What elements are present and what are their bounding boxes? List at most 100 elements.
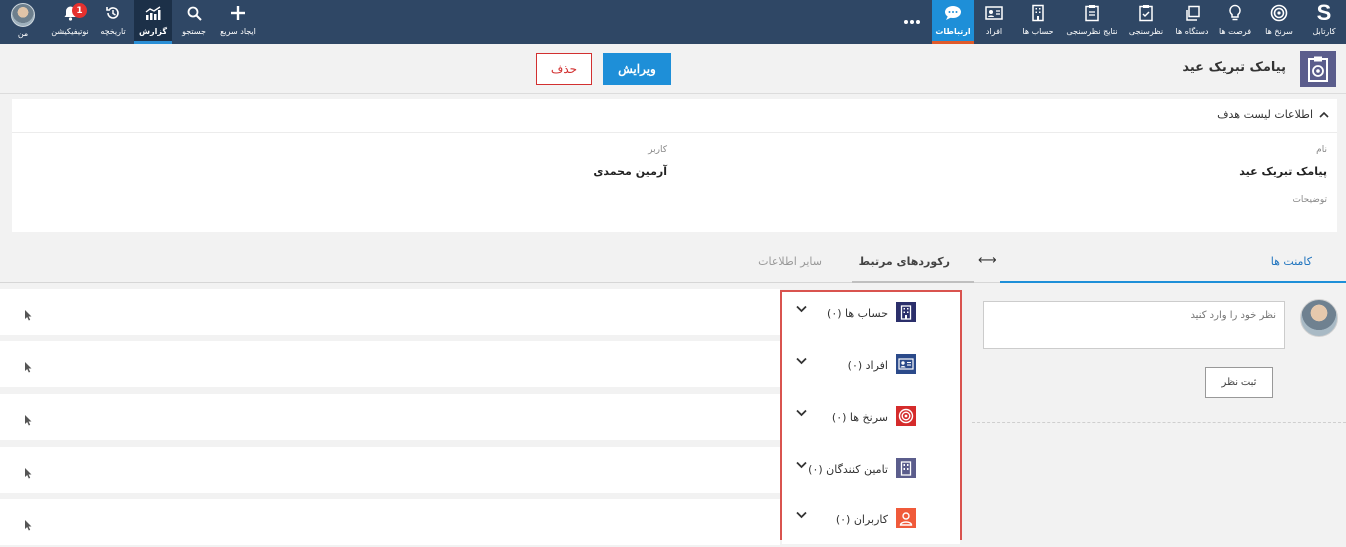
clipboard-target-icon [1300, 51, 1336, 87]
nav-survey-results[interactable]: نتایج نظرسنجی [1062, 0, 1122, 44]
notification-badge: 1 [72, 3, 87, 18]
nav-label: سرنخ ها [1265, 27, 1293, 36]
pointer-icon [25, 468, 32, 479]
related-item-people[interactable]: افراد (۰) [782, 344, 960, 390]
nav-reports[interactable]: گزارش [134, 0, 172, 44]
user-icon [896, 508, 916, 528]
related-item-users[interactable]: کاربران (۰) [782, 498, 960, 544]
nav-label: افراد [985, 27, 1003, 36]
id-card-icon [985, 0, 1003, 26]
nav-leads[interactable]: سرنخ ها [1258, 0, 1300, 44]
list-item [0, 289, 780, 335]
chat-icon [944, 0, 962, 26]
chevron-down-icon[interactable] [796, 409, 807, 417]
tab-related-records[interactable]: رکوردهای مرتبط [859, 255, 950, 268]
related-detail-area [0, 283, 780, 547]
chevron-down-icon[interactable] [796, 461, 807, 469]
pointer-icon [25, 520, 32, 531]
search-icon [187, 0, 202, 26]
related-item-leads[interactable]: سرنخ ها (۰) [782, 396, 960, 442]
nav-label: ایجاد سریع [220, 27, 256, 36]
pointer-icon [25, 415, 32, 426]
related-item-accounts[interactable]: حساب ها (۰) [782, 292, 960, 338]
nav-notifications[interactable]: 1 نوتیفیکیشن [48, 0, 92, 44]
nav-label: دستگاه ها [1175, 27, 1209, 36]
chevron-down-icon[interactable] [796, 357, 807, 365]
comment-input[interactable] [983, 301, 1285, 349]
description-label: توضیحات [1292, 195, 1327, 205]
nav-opportunities[interactable]: فرصت ها [1214, 0, 1256, 44]
user-value: آرمین محمدی [593, 165, 667, 178]
building-icon [1031, 0, 1045, 26]
edit-button[interactable]: ویرایش [603, 53, 671, 85]
tab-comments[interactable]: کامنت ها [1271, 255, 1312, 268]
brand-s-icon: S [1316, 0, 1332, 25]
plus-icon [230, 0, 246, 26]
target-list-info-panel: اطلاعات لیست هدف نام پیامک تبریک عید کار… [12, 99, 1337, 232]
related-item-label: سرنخ ها (۰) [831, 411, 888, 424]
building-icon [896, 302, 916, 322]
nav-devices[interactable]: دستگاه ها [1170, 0, 1214, 44]
user-label: کاربر [648, 145, 667, 155]
related-item-label: تامین کنندگان (۰) [808, 463, 888, 476]
comments-panel: ثبت نظر [972, 283, 1346, 423]
tab-other-info[interactable]: سایر اطلاعات [758, 255, 822, 268]
related-item-label: افراد (۰) [847, 359, 888, 372]
avatar [1300, 299, 1338, 337]
nav-label: تاریخچه [100, 27, 126, 36]
nav-people[interactable]: افراد [974, 0, 1014, 44]
nav-search[interactable]: جستجو [176, 0, 212, 44]
id-card-icon [896, 354, 916, 374]
list-item [0, 341, 780, 387]
nav-surveys[interactable]: نظرسنجی [1124, 0, 1168, 44]
related-item-suppliers[interactable]: تامین کنندگان (۰) [782, 448, 960, 494]
tab-related-underline [852, 281, 974, 283]
target-icon [1270, 0, 1288, 26]
resize-handle-icon[interactable]: ⟷ [978, 253, 997, 268]
target-icon [896, 406, 916, 426]
nav-accounts[interactable]: حساب ها [1016, 0, 1060, 44]
history-icon [105, 0, 121, 26]
nav-label: جستجو [182, 27, 206, 36]
delete-button[interactable]: حذف [536, 53, 592, 85]
nav-label: حساب ها [1022, 27, 1054, 36]
chevron-up-icon [1319, 111, 1329, 118]
nav-quick-create[interactable]: ایجاد سریع [214, 0, 262, 44]
chevron-down-icon[interactable] [796, 305, 807, 313]
submit-comment-button[interactable]: ثبت نظر [1205, 367, 1273, 398]
related-records-list: حساب ها (۰) افراد (۰) سرنخ ها (۰) تامین … [780, 290, 962, 544]
name-label: نام [1316, 145, 1327, 155]
list-item [0, 499, 780, 545]
section-header[interactable]: اطلاعات لیست هدف [1217, 108, 1329, 121]
nav-me[interactable]: من [6, 0, 40, 44]
nav-portal[interactable]: S کارتابل [1302, 0, 1346, 44]
page-title: پیامک تبریک عید [1182, 60, 1286, 75]
nav-label: گزارش [138, 27, 167, 36]
related-item-label: حساب ها (۰) [827, 307, 888, 320]
avatar [11, 3, 35, 27]
supplier-icon [896, 458, 916, 478]
divider [12, 132, 1337, 133]
nav-label: فرصت ها [1218, 27, 1252, 36]
nav-history[interactable]: تاریخچه [94, 0, 132, 44]
related-item-label: کاربران (۰) [835, 513, 888, 526]
nav-more[interactable] [898, 0, 926, 44]
tabs-bar: کامنت ها رکوردهای مرتبط سایر اطلاعات [0, 243, 1346, 283]
nav-label: نوتیفیکیشن [51, 27, 89, 36]
nav-label: کارتابل [1312, 27, 1336, 36]
copy-icon [1184, 0, 1201, 26]
nav-communications[interactable]: ارتباطات [932, 0, 974, 44]
nav-label: ارتباطات [935, 27, 971, 36]
top-navigation: S کارتابل سرنخ ها فرصت ها دستگاه ها نظرس… [0, 0, 1346, 44]
section-title: اطلاعات لیست هدف [1217, 108, 1313, 121]
chart-icon [144, 0, 162, 26]
chevron-down-icon[interactable] [796, 511, 807, 519]
pointer-icon [25, 362, 32, 373]
nav-label: من [17, 29, 29, 38]
clipboard-check-icon [1138, 0, 1154, 26]
record-header: پیامک تبریک عید [0, 44, 1346, 94]
nav-label: نتایج نظرسنجی [1066, 27, 1118, 36]
name-value: پیامک تبریک عید [1239, 165, 1327, 178]
list-item [0, 447, 780, 493]
nav-label: نظرسنجی [1128, 27, 1164, 36]
